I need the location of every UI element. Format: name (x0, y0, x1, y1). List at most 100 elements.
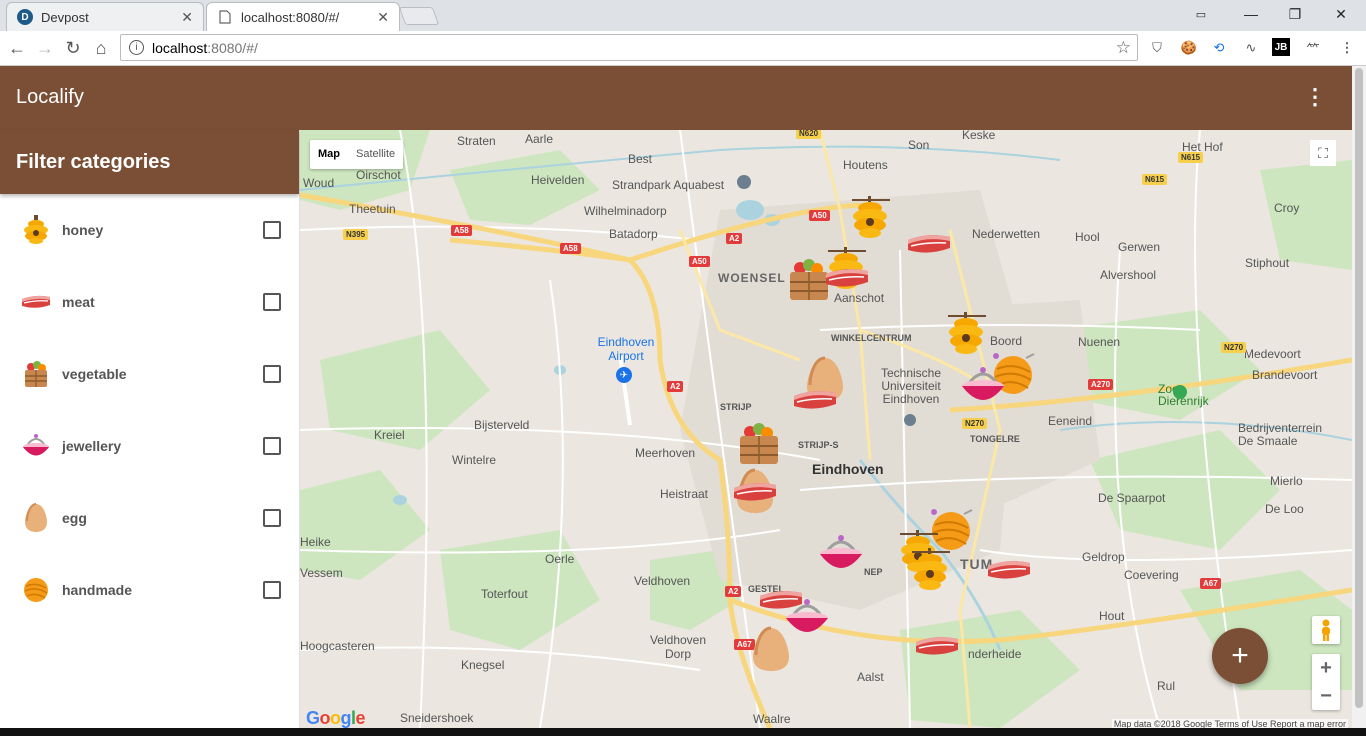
category-label: honey (62, 222, 104, 238)
meat-marker-icon[interactable] (824, 258, 870, 304)
more-options-icon[interactable]: ⋮ (1304, 86, 1326, 108)
poi-marker-icon[interactable] (904, 414, 916, 426)
street-view-pegman-icon[interactable] (1312, 616, 1340, 644)
window-close-icon[interactable]: ✕ (1318, 0, 1364, 28)
meat-marker-icon[interactable] (986, 550, 1032, 596)
place-label: Stiphout (1245, 256, 1290, 270)
place-label: Gerwen (1118, 240, 1161, 254)
handmade-icon (20, 574, 52, 606)
vegetable-marker-icon[interactable] (736, 420, 782, 466)
page-scrollbar[interactable] (1352, 66, 1366, 728)
jewellery-marker-icon[interactable] (818, 532, 864, 578)
road-sign: A58 (451, 225, 472, 236)
place-label: Zoo Dierenrijk (1158, 382, 1209, 408)
map-type-map-button[interactable]: Map (310, 140, 348, 169)
meat-marker-icon[interactable] (792, 380, 838, 426)
place-label: Alvershool (1100, 268, 1157, 282)
new-tab-button[interactable] (398, 7, 440, 25)
handmade-checkbox[interactable] (263, 581, 281, 599)
road-sign: N270 (962, 418, 988, 429)
ublock-extension-icon[interactable]: ⛉ (1146, 38, 1168, 58)
tab-localhost[interactable]: localhost:8080/#/ ✕ (206, 2, 400, 31)
egg-icon (20, 502, 52, 534)
place-label: Aalst (857, 670, 884, 684)
category-jewellery[interactable]: jewellery (0, 410, 299, 482)
reload-icon[interactable]: ↻ (60, 35, 86, 61)
place-label: Keske (962, 130, 996, 142)
os-taskbar (0, 728, 1366, 736)
meat-checkbox[interactable] (263, 293, 281, 311)
add-location-button[interactable]: + (1212, 628, 1268, 684)
zoom-out-icon[interactable]: − (1312, 682, 1340, 710)
vegetable-checkbox[interactable] (263, 365, 281, 383)
browser-menu-icon[interactable]: ⋮ (1336, 38, 1358, 58)
category-label: meat (62, 294, 95, 310)
address-bar[interactable]: i localhost:8080/#/ ☆ (120, 34, 1138, 61)
place-label: Knegsel (461, 658, 505, 672)
meat-marker-icon[interactable] (732, 472, 778, 518)
meat-marker-icon[interactable] (914, 626, 960, 672)
back-icon[interactable]: ← (4, 35, 30, 61)
honey-marker-icon[interactable] (848, 196, 894, 242)
map-canvas[interactable]: Straten Aarle Keske Best Son Houtens Het… (300, 130, 1352, 728)
tab-devpost[interactable]: D Devpost ✕ (6, 2, 204, 31)
close-icon[interactable]: ✕ (377, 9, 389, 26)
place-label: Meerhoven (635, 446, 696, 460)
category-honey[interactable]: honey (0, 194, 299, 266)
map-type-satellite-button[interactable]: Satellite (348, 140, 403, 169)
map-type-control: Map Satellite (310, 140, 404, 169)
restore-icon[interactable]: ❐ (1272, 0, 1318, 28)
place-label: Vessem (300, 566, 343, 580)
category-meat[interactable]: meat (0, 266, 299, 338)
info-icon[interactable]: i (129, 40, 144, 55)
cookie-extension-icon[interactable]: 🍪 (1178, 38, 1200, 58)
honey-marker-icon[interactable] (944, 312, 990, 358)
forward-icon[interactable]: → (32, 35, 58, 61)
meat-marker-icon[interactable] (906, 224, 952, 270)
honey-checkbox[interactable] (263, 221, 281, 239)
zoo-poi-icon[interactable] (1173, 385, 1187, 399)
profile-icon[interactable]: ▭ (1178, 0, 1224, 28)
jewellery-checkbox[interactable] (263, 437, 281, 455)
page-icon (217, 9, 233, 25)
place-label: Technische Universiteit Eindhoven (880, 366, 942, 406)
place-label: Geldrop (1082, 550, 1125, 564)
pulse-extension-icon[interactable]: ∿ (1240, 38, 1262, 58)
place-label: Heistraat (660, 487, 709, 501)
egg-checkbox[interactable] (263, 509, 281, 527)
minimize-icon[interactable]: — (1228, 0, 1274, 28)
honey-marker-icon[interactable] (908, 548, 954, 594)
translate-extension-icon[interactable]: ⟲ (1208, 38, 1230, 58)
egg-marker-icon[interactable] (748, 626, 794, 672)
category-label: handmade (62, 582, 133, 598)
home-icon[interactable]: ⌂ (88, 35, 114, 61)
road-sign: N395 (343, 229, 369, 240)
category-label: egg (62, 510, 87, 526)
kanji-extension-icon[interactable]: ⺮ (1302, 38, 1324, 58)
airport-icon[interactable]: ✈ (616, 367, 632, 383)
map-attribution[interactable]: Map data ©2018 Google Terms of Use Repor… (1111, 719, 1348, 728)
place-label: Coevering (1124, 568, 1179, 582)
place-label: Bijsterveld (474, 418, 530, 432)
zoom-in-icon[interactable]: + (1312, 654, 1340, 682)
road-sign: N620 (796, 130, 822, 139)
bookmark-star-icon[interactable]: ☆ (1116, 38, 1131, 58)
app-title: Localify (16, 86, 84, 108)
category-vegetable[interactable]: vegetable (0, 338, 299, 410)
jetbrains-extension-icon[interactable]: JB (1272, 38, 1290, 56)
close-icon[interactable]: ✕ (181, 9, 193, 26)
place-label: Rul (1157, 679, 1176, 693)
sidebar-title: Filter categories (0, 130, 299, 194)
vegetable-icon (20, 358, 52, 390)
category-label: vegetable (62, 366, 127, 382)
place-label: Best (628, 152, 653, 166)
category-egg[interactable]: egg (0, 482, 299, 554)
fullscreen-icon[interactable]: ⛶ (1310, 140, 1336, 166)
scrollbar-thumb[interactable] (1355, 68, 1363, 708)
jewellery-marker-icon[interactable] (960, 364, 1006, 410)
place-label: Toterfout (481, 587, 528, 601)
category-handmade[interactable]: handmade (0, 554, 299, 626)
poi-marker-icon[interactable] (737, 175, 751, 189)
place-label: Aarle (525, 132, 554, 146)
place-label: Kreiel (374, 428, 405, 442)
